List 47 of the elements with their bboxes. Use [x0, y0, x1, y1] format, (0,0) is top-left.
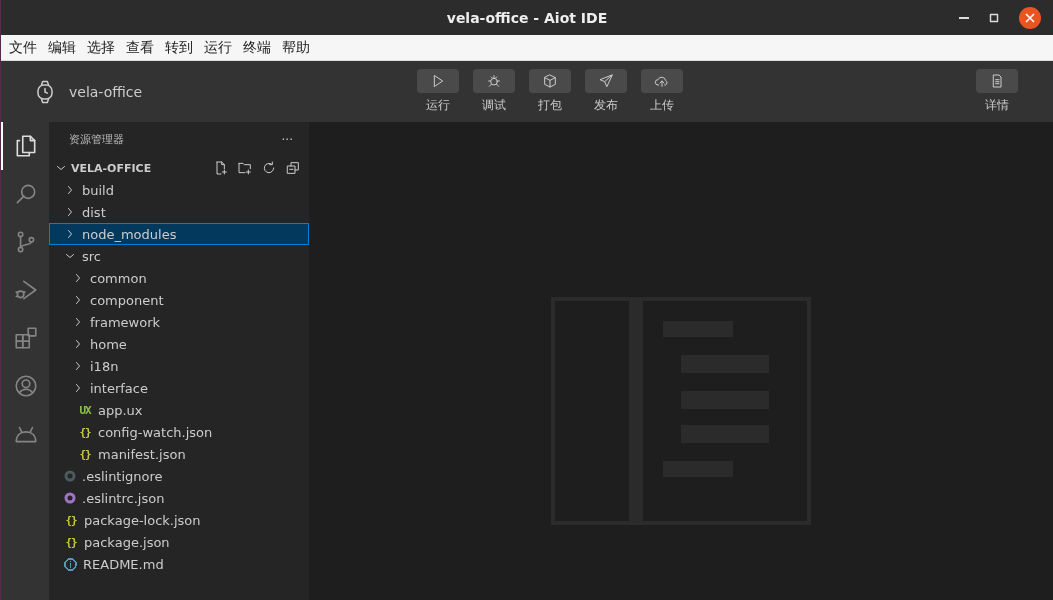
- file-item[interactable]: {} manifest.json: [49, 443, 309, 465]
- file-item[interactable]: README.md: [49, 553, 309, 575]
- file-item[interactable]: {} package-lock.json: [49, 509, 309, 531]
- file-type-icon: {}: [64, 535, 78, 549]
- refresh-icon: [261, 160, 277, 176]
- minimize-icon[interactable]: [959, 16, 969, 19]
- panel-title: 资源管理器: [69, 132, 124, 147]
- bug-icon: [486, 73, 502, 89]
- close-icon[interactable]: [1019, 6, 1041, 29]
- new-folder-icon: [237, 160, 253, 176]
- window-title: vela-office - Aiot IDE: [446, 9, 608, 26]
- file-type-icon: {}: [78, 447, 92, 461]
- menu-item[interactable]: 运行: [204, 38, 232, 57]
- file-item[interactable]: .eslintignore: [49, 465, 309, 487]
- folder-item[interactable]: build: [49, 179, 309, 201]
- cube-icon: [542, 73, 558, 89]
- collapse-all-icon: [285, 160, 301, 176]
- menu-item[interactable]: 帮助: [282, 38, 310, 57]
- menu-item[interactable]: 终端: [243, 38, 271, 57]
- extensions-icon: [13, 325, 39, 351]
- folder-item[interactable]: home: [49, 333, 309, 355]
- file-item[interactable]: .eslintrc.json: [49, 487, 309, 509]
- folder-item[interactable]: common: [49, 267, 309, 289]
- file-item[interactable]: {} package.json: [49, 531, 309, 553]
- account-icon: [13, 373, 39, 399]
- project-root[interactable]: VELA-OFFICE: [49, 157, 152, 179]
- menu-item[interactable]: 编辑: [48, 38, 76, 57]
- file-type-icon: UX: [78, 403, 92, 417]
- paper-plane-icon: [598, 73, 614, 89]
- folder-item[interactable]: interface: [49, 377, 309, 399]
- folder-item[interactable]: dist: [49, 201, 309, 223]
- menu-item[interactable]: 文件: [9, 38, 37, 57]
- more-button[interactable]: ···: [281, 132, 293, 147]
- menu-item[interactable]: 转到: [165, 38, 193, 57]
- folder-item[interactable]: node_modules: [49, 223, 309, 245]
- file-item[interactable]: UX app.ux: [49, 399, 309, 421]
- project-name: vela-office: [69, 83, 143, 100]
- menu-item[interactable]: 查看: [126, 38, 154, 57]
- folder-item[interactable]: framework: [49, 311, 309, 333]
- file-item[interactable]: {} config-watch.json: [49, 421, 309, 443]
- folder-item[interactable]: component: [49, 289, 309, 311]
- file-type-icon: {}: [78, 425, 92, 439]
- folder-item[interactable]: i18n: [49, 355, 309, 377]
- file-type-icon: {}: [64, 513, 78, 527]
- new-file-icon: [213, 160, 229, 176]
- menu-item[interactable]: 选择: [87, 38, 115, 57]
- folder-item[interactable]: src: [49, 245, 309, 267]
